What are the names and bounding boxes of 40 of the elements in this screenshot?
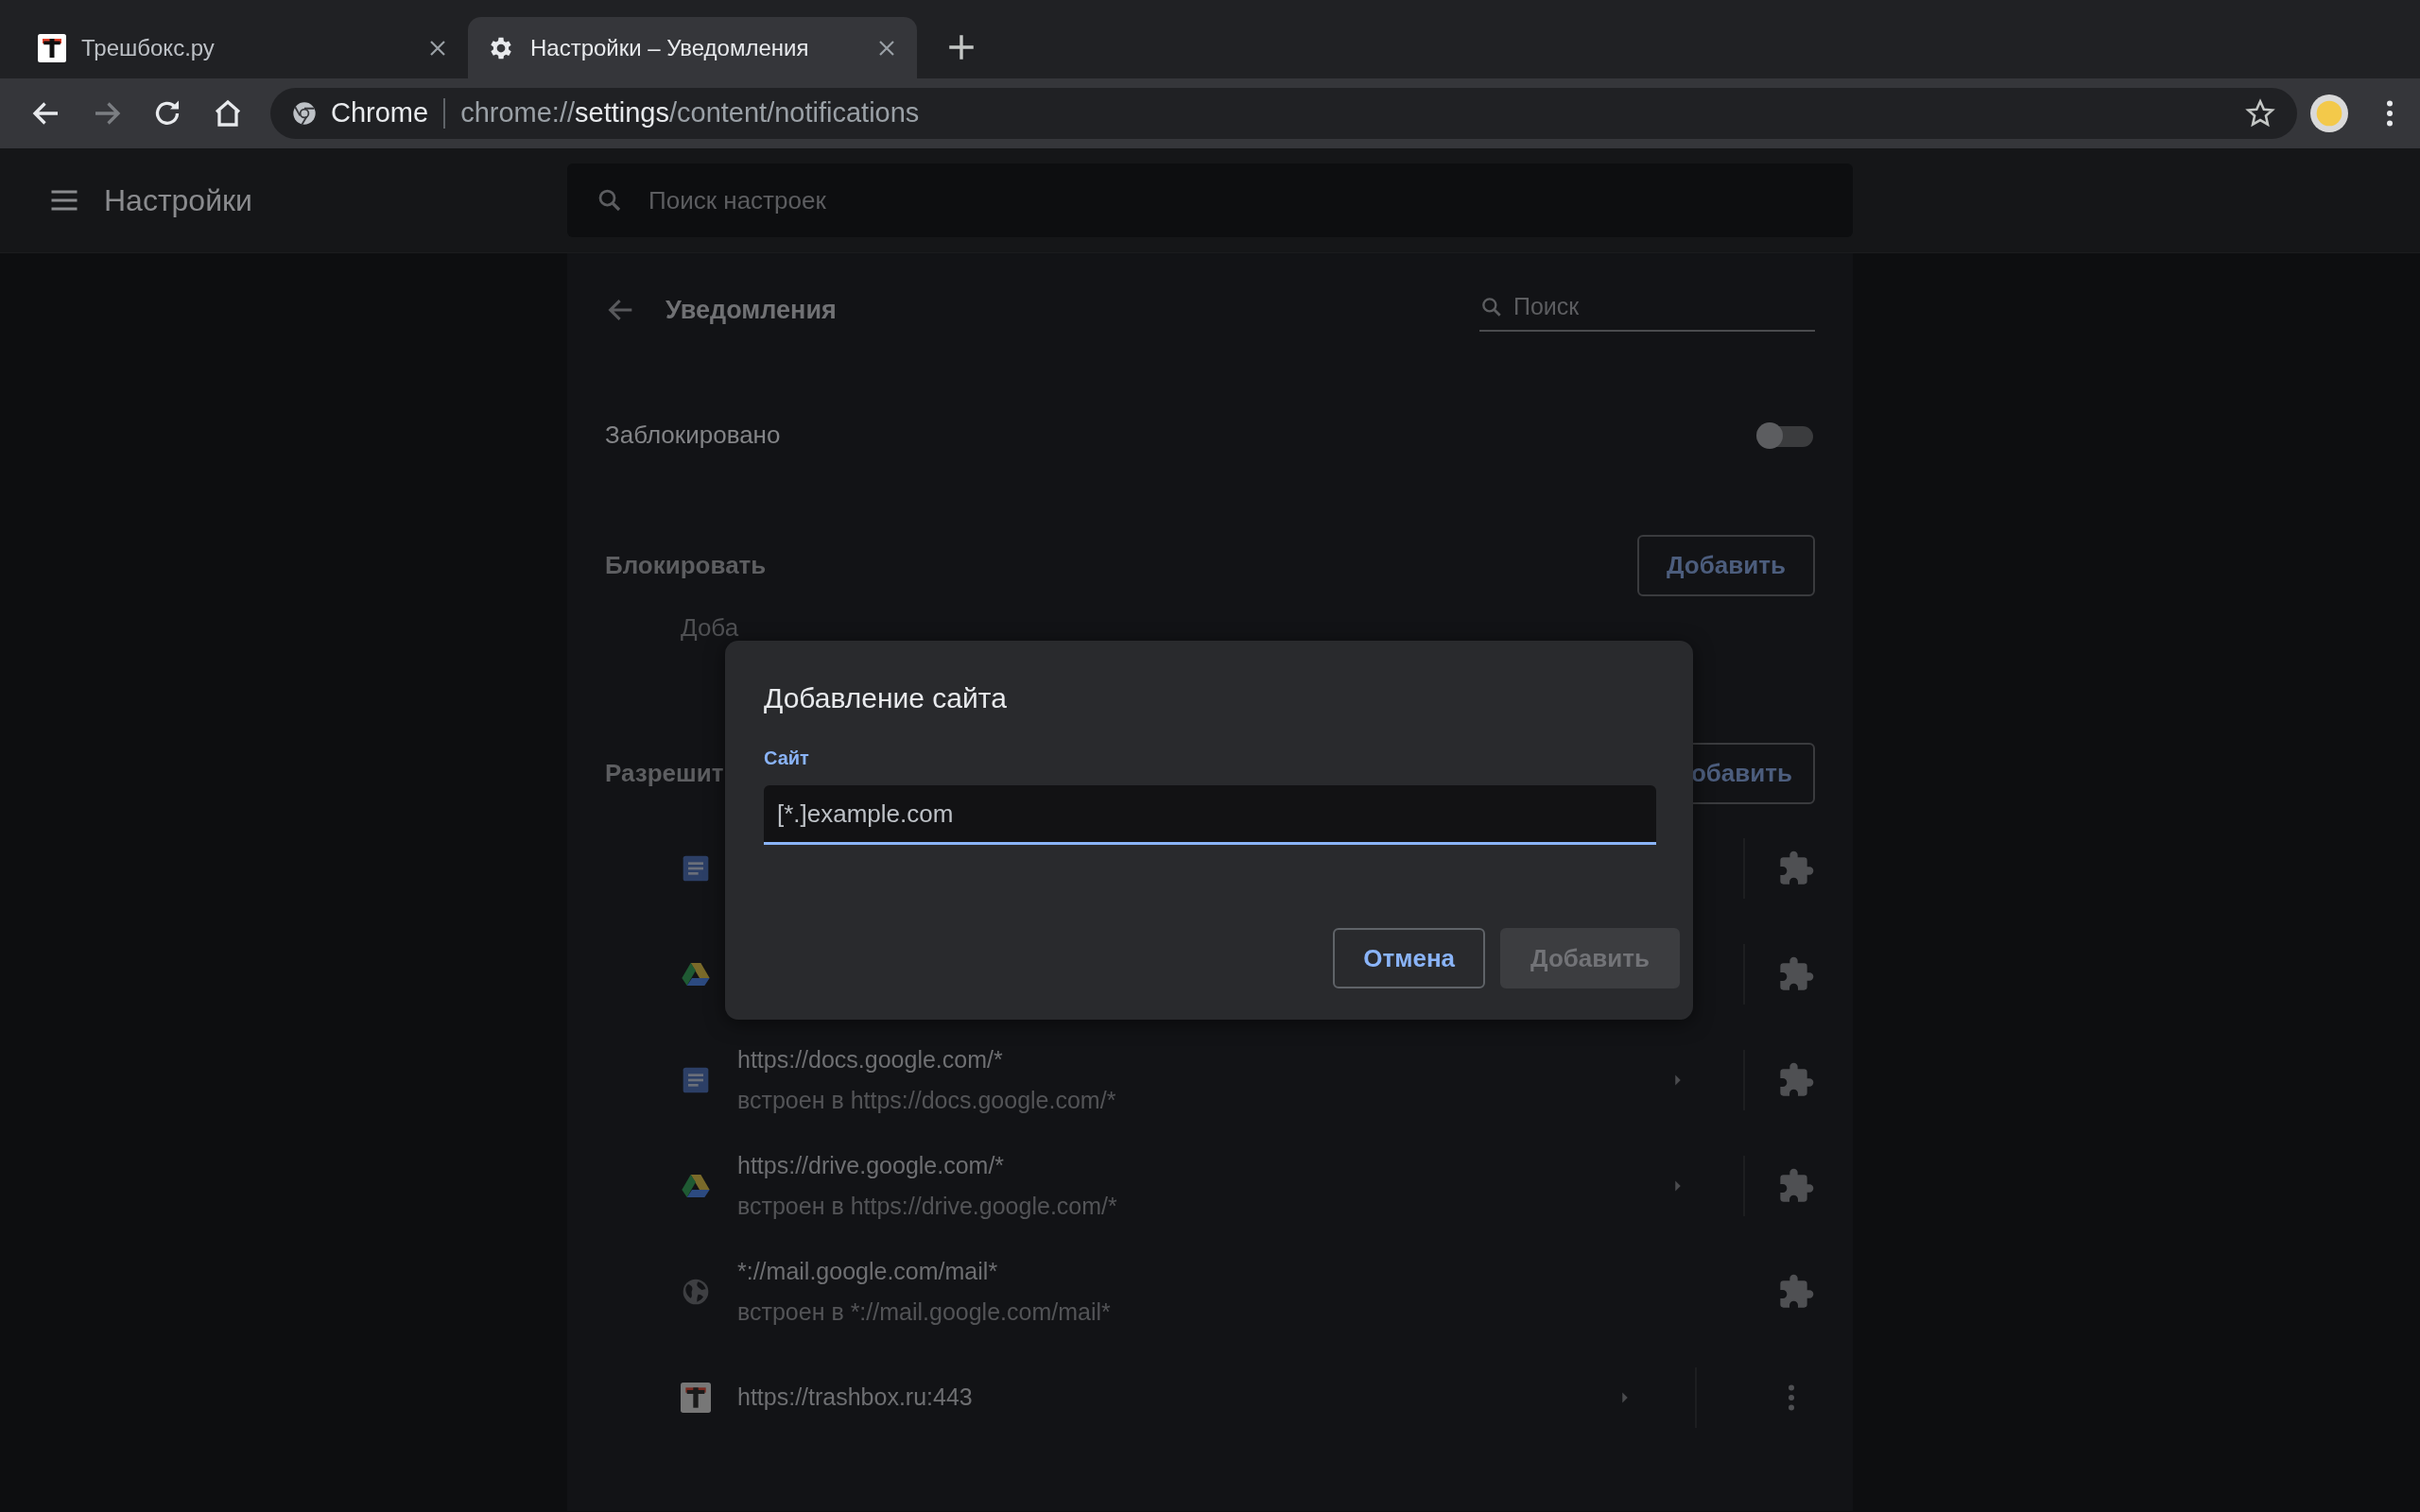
puzzle-icon[interactable] (1777, 1167, 1815, 1205)
puzzle-icon[interactable] (1777, 850, 1815, 887)
site-url: https://trashbox.ru:443 (737, 1383, 974, 1413)
address-bar[interactable]: Chrome chrome://settings/content/notifications (270, 88, 2297, 139)
star-icon[interactable] (2244, 97, 2276, 129)
section-heading: Разрешит (605, 757, 724, 789)
document-icon (681, 853, 711, 884)
site-url: https://docs.google.com/* (737, 1044, 1004, 1074)
globe-icon (681, 1277, 711, 1307)
settings-title: Настройки (104, 182, 252, 219)
puzzle-icon[interactable] (1777, 1273, 1815, 1311)
puzzle-icon[interactable] (1777, 955, 1815, 993)
search-field[interactable]: Поиск настроек (647, 180, 967, 220)
embedded-text: встроен в https://docs.google.com/* (737, 1086, 1117, 1115)
site-url: https://drive.google.com/* (737, 1150, 1006, 1180)
site-label: Chrome (331, 96, 429, 130)
tab-title: Трешбокс.ру (81, 33, 216, 62)
url-text: chrome://settings/content/notifications (460, 96, 920, 130)
tab-title: Настройки – Уведомления (530, 33, 810, 62)
search-field[interactable]: Поиск (1512, 288, 1795, 326)
empty-list-text: Доба (680, 612, 740, 644)
site-url: *://mail.google.com/mail* (737, 1256, 999, 1286)
document-icon (681, 1065, 711, 1095)
setting-label: Заблокировано (605, 420, 781, 451)
toggle-switch[interactable] (1756, 421, 1815, 449)
cancel-button[interactable]: Отмена (1333, 928, 1486, 988)
trashbox-logo-icon (38, 33, 66, 62)
input-field[interactable]: [*.]example.com (764, 785, 1656, 845)
browser-tab[interactable]: Трешбокс.ру (19, 17, 468, 78)
section-heading: Блокировать (605, 549, 767, 581)
browser-tab[interactable]: Настройки – Уведомления (468, 17, 917, 78)
trashbox-logo-icon (681, 1383, 711, 1413)
embedded-text: встроен в https://drive.google.com/* (737, 1192, 1118, 1221)
dialog-title: Добавление сайта (764, 681, 1008, 715)
avatar-icon[interactable] (2310, 94, 2348, 132)
field-label: Сайт (764, 747, 810, 770)
page-title: Уведомления (666, 294, 837, 326)
chrome-logo-icon (291, 100, 318, 127)
puzzle-icon[interactable] (1777, 1061, 1815, 1099)
embedded-text: встроен в *://mail.google.com/mail* (737, 1297, 1112, 1327)
